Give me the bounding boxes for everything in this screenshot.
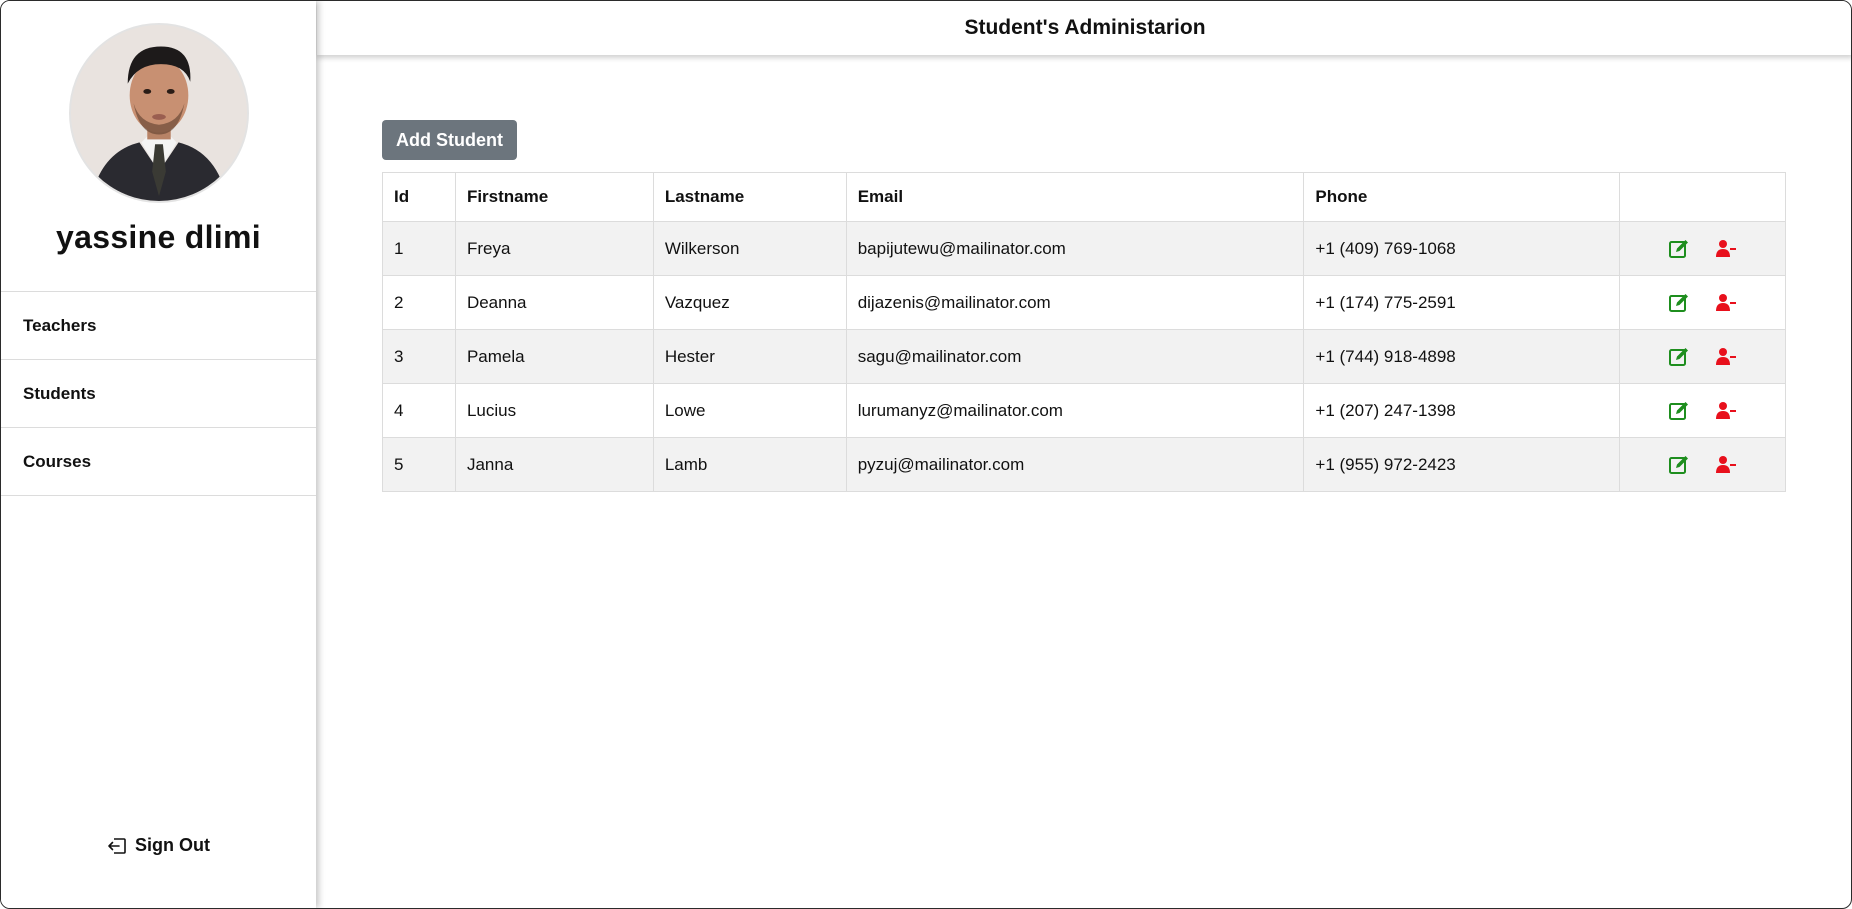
cell-lastname: Lamb <box>652 437 847 492</box>
cell-lastname: Wilkerson <box>652 221 847 276</box>
avatar <box>69 23 249 203</box>
column-header-firstname: Firstname <box>454 172 654 222</box>
profile-name: yassine dlimi <box>56 219 261 255</box>
cell-firstname: Lucius <box>454 383 654 438</box>
cell-lastname: Hester <box>652 329 847 384</box>
edit-icon[interactable] <box>1668 292 1690 314</box>
cell-lastname: Lowe <box>652 383 847 438</box>
edit-icon[interactable] <box>1668 238 1690 260</box>
table-row: 1 Freya Wilkerson bapijutewu@mailinator.… <box>382 221 1786 276</box>
cell-firstname: Deanna <box>454 275 654 330</box>
table-header-row: Id Firstname Lastname Email Phone <box>382 172 1786 222</box>
user-minus-icon[interactable] <box>1715 454 1737 476</box>
avatar-photo <box>71 25 247 201</box>
sidebar: yassine dlimi Teachers Students Courses … <box>1 1 316 908</box>
sign-out-button[interactable]: Sign Out <box>1 835 316 856</box>
cell-email: dijazenis@mailinator.com <box>845 275 1305 330</box>
sidebar-item-teachers[interactable]: Teachers <box>1 292 316 360</box>
cell-actions <box>1619 437 1786 492</box>
edit-icon[interactable] <box>1668 346 1690 368</box>
column-header-email: Email <box>845 172 1305 222</box>
cell-phone: +1 (174) 775-2591 <box>1303 275 1621 330</box>
app-window: yassine dlimi Teachers Students Courses … <box>0 0 1852 909</box>
page-header: Student's Administarion <box>317 1 1851 55</box>
add-student-button[interactable]: Add Student <box>382 120 517 160</box>
sign-out-icon <box>108 837 126 854</box>
cell-email: lurumanyz@mailinator.com <box>845 383 1305 438</box>
table-row: 5 Janna Lamb pyzuj@mailinator.com +1 (95… <box>382 437 1786 492</box>
user-minus-icon[interactable] <box>1715 400 1737 422</box>
cell-id: 3 <box>382 329 456 384</box>
cell-actions <box>1619 329 1786 384</box>
table-row: 4 Lucius Lowe lurumanyz@mailinator.com +… <box>382 383 1786 438</box>
table-row: 2 Deanna Vazquez dijazenis@mailinator.co… <box>382 275 1786 330</box>
cell-email: bapijutewu@mailinator.com <box>845 221 1305 276</box>
sidebar-nav: Teachers Students Courses <box>1 291 316 496</box>
column-header-id: Id <box>382 172 456 222</box>
cell-actions <box>1619 221 1786 276</box>
table-row: 3 Pamela Hester sagu@mailinator.com +1 (… <box>382 329 1786 384</box>
cell-firstname: Janna <box>454 437 654 492</box>
cell-phone: +1 (207) 247-1398 <box>1303 383 1621 438</box>
user-minus-icon[interactable] <box>1715 292 1737 314</box>
cell-firstname: Freya <box>454 221 654 276</box>
cell-phone: +1 (744) 918-4898 <box>1303 329 1621 384</box>
user-minus-icon[interactable] <box>1715 238 1737 260</box>
sidebar-item-courses[interactable]: Courses <box>1 428 316 496</box>
edit-icon[interactable] <box>1668 454 1690 476</box>
column-header-actions <box>1619 172 1786 222</box>
cell-actions <box>1619 383 1786 438</box>
cell-id: 4 <box>382 383 456 438</box>
cell-id: 2 <box>382 275 456 330</box>
user-minus-icon[interactable] <box>1715 346 1737 368</box>
edit-icon[interactable] <box>1668 400 1690 422</box>
column-header-phone: Phone <box>1303 172 1621 222</box>
cell-actions <box>1619 275 1786 330</box>
cell-phone: +1 (409) 769-1068 <box>1303 221 1621 276</box>
column-header-lastname: Lastname <box>652 172 847 222</box>
sign-out-label: Sign Out <box>135 835 210 855</box>
cell-lastname: Vazquez <box>652 275 847 330</box>
cell-id: 5 <box>382 437 456 492</box>
sidebar-item-students[interactable]: Students <box>1 360 316 428</box>
page-title: Student's Administarion <box>964 16 1206 39</box>
cell-email: pyzuj@mailinator.com <box>845 437 1305 492</box>
cell-phone: +1 (955) 972-2423 <box>1303 437 1621 492</box>
students-table: Id Firstname Lastname Email Phone 1 Frey… <box>382 172 1786 492</box>
cell-email: sagu@mailinator.com <box>845 329 1305 384</box>
cell-id: 1 <box>382 221 456 276</box>
cell-firstname: Pamela <box>454 329 654 384</box>
